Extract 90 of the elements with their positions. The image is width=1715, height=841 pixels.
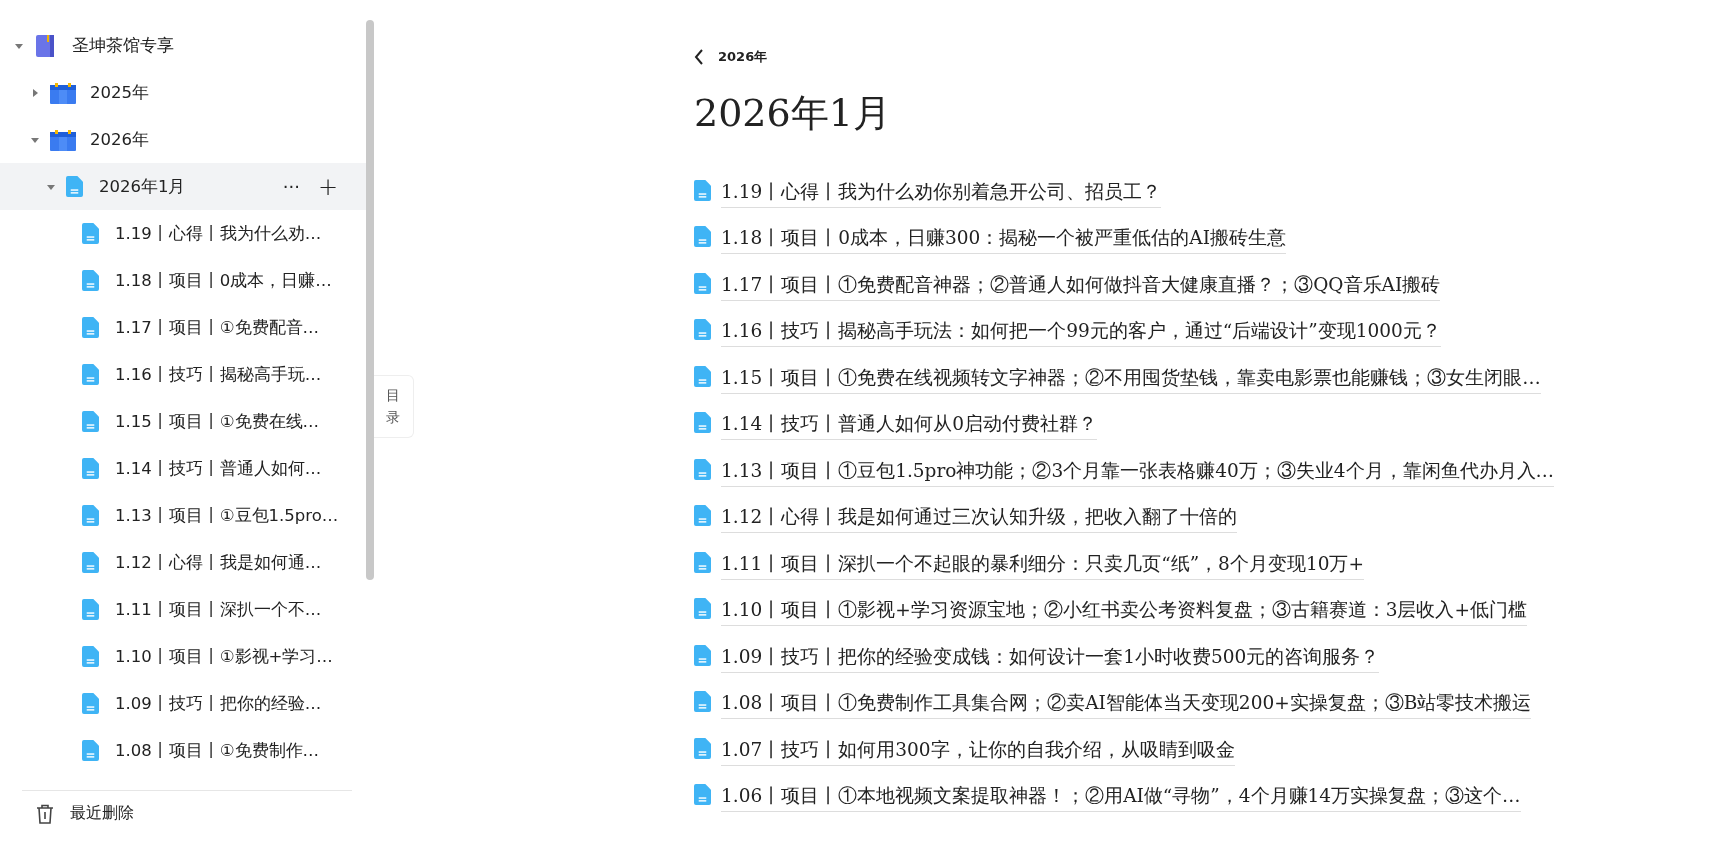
document-icon	[82, 411, 99, 432]
tree-item-label: 1.15丨项目丨①免费在线…	[115, 410, 321, 433]
tree-item-label: 2026年	[90, 128, 150, 151]
document-icon	[694, 598, 711, 620]
document-icon	[694, 784, 711, 806]
document-link[interactable]: 1.06丨项目丨①本地视频文案提取神器！；②用AI做“寻物”，4个月赚14万实操复盘；③这个…	[721, 783, 1521, 813]
back-icon[interactable]	[694, 49, 704, 65]
tree-item[interactable]: 1.12丨心得丨我是如何通…	[0, 539, 366, 586]
document-link[interactable]: 1.08丨项目丨①免费制作工具集合网；②卖AI智能体当天变现200+实操复盘；③B站零技术搬运	[721, 690, 1532, 720]
document-icon	[66, 176, 83, 197]
scrollbar[interactable]	[366, 20, 374, 580]
document-icon	[82, 646, 99, 667]
document-icon	[82, 599, 99, 620]
document-icon	[82, 223, 99, 244]
document-icon	[694, 412, 711, 434]
tree-item[interactable]: 1.08丨项目丨①免费制作…	[0, 727, 366, 774]
document-link[interactable]: 1.16丨技巧丨揭秘高手玩法：如何把一个99元的客户，通过“后端设计”变现1000元？	[721, 318, 1441, 348]
document-icon	[82, 693, 99, 714]
tree-item-label: 1.13丨项目丨①豆包1.5pro…	[115, 504, 340, 527]
document-icon	[694, 551, 711, 573]
tree-item-label: 1.16丨技巧丨揭秘高手玩…	[115, 363, 323, 386]
document-link[interactable]: 1.14丨技巧丨普通人如何从0启动付费社群？	[721, 411, 1097, 441]
tree-item-label: 1.17丨项目丨①免费配音…	[115, 316, 321, 339]
caret-down-icon[interactable]	[31, 135, 39, 144]
document-icon	[82, 270, 99, 291]
document-icon	[82, 505, 99, 526]
document-icon	[694, 644, 711, 666]
document-icon	[694, 272, 711, 294]
document-icon	[694, 691, 711, 713]
document-link[interactable]: 1.09丨技巧丨把你的经验变成钱：如何设计一套1小时收费500元的咨询服务？	[721, 643, 1380, 673]
tree-item-label: 1.10丨项目丨①影视+学习…	[115, 645, 334, 668]
tree-item[interactable]: 圣坤茶馆专享	[0, 22, 366, 69]
document-icon	[694, 458, 711, 480]
calendar-icon	[50, 128, 76, 151]
document-link[interactable]: 1.19丨心得丨我为什么劝你别着急开公司、招员工？	[721, 178, 1162, 208]
tree-item-label: 1.11丨项目丨深扒一个不…	[115, 598, 323, 621]
document-icon	[694, 737, 711, 759]
document-link[interactable]: 1.12丨心得丨我是如何通过三次认知升级，把收入翻了十倍的	[721, 504, 1238, 534]
tree-item[interactable]: 1.10丨项目丨①影视+学习…	[0, 633, 366, 680]
tree-item[interactable]: 1.11丨项目丨深扒一个不…	[0, 586, 366, 633]
document-icon	[694, 505, 711, 527]
caret-right-icon[interactable]	[31, 88, 39, 97]
tree-item[interactable]: 1.17丨项目丨①免费配音…	[0, 304, 366, 351]
caret-down-icon[interactable]	[47, 182, 55, 191]
caret-down-icon[interactable]	[15, 41, 23, 50]
tree-item[interactable]: 2025年	[0, 69, 366, 116]
document-link[interactable]: 1.07丨技巧丨如何用300字，让你的自我介绍，从吸睛到吸金	[721, 736, 1235, 766]
document-icon	[82, 740, 99, 761]
document-link[interactable]: 1.17丨项目丨①免费配音神器；②普通人如何做抖音大健康直播？；③QQ音乐AI搬砖	[721, 271, 1441, 301]
tree-item-label: 2025年	[90, 81, 150, 104]
document-link[interactable]: 1.13丨项目丨①豆包1.5pro神功能；②3个月靠一张表格赚40万；③失业4个月，靠闲鱼代办月入…	[721, 457, 1555, 487]
trash-icon	[36, 803, 54, 824]
notebook-icon	[34, 33, 56, 58]
document-icon	[82, 317, 99, 338]
tree-item[interactable]: 1.18丨项目丨0成本，日赚…	[0, 257, 366, 304]
tree-item-label: 1.14丨技巧丨普通人如何…	[115, 457, 323, 480]
document-link[interactable]: 1.10丨项目丨①影视+学习资源宝地；②小红书卖公考资料复盘；③古籍赛道：3层收入+低门槛	[721, 597, 1527, 627]
tree-item-label: 1.12丨心得丨我是如何通…	[115, 551, 323, 574]
tree-item[interactable]: 1.15丨项目丨①免费在线…	[0, 398, 366, 445]
tree-item[interactable]: 1.16丨技巧丨揭秘高手玩…	[0, 351, 366, 398]
tree-item[interactable]: 1.13丨项目丨①豆包1.5pro…	[0, 492, 366, 539]
tree-item[interactable]: 1.09丨技巧丨把你的经验…	[0, 680, 366, 727]
tree-item[interactable]: 1.19丨心得丨我为什么劝…	[0, 210, 366, 257]
tree-item[interactable]: 2026年1月 ··· +	[0, 163, 366, 210]
document-icon	[694, 179, 711, 201]
document-icon	[694, 319, 711, 341]
add-button[interactable]: +	[313, 172, 342, 201]
toc-tab[interactable]: 目录	[374, 375, 414, 438]
recently-deleted-item[interactable]: 最近删除	[22, 803, 352, 824]
more-button[interactable]: ···	[278, 176, 304, 197]
tree-item[interactable]: 1.14丨技巧丨普通人如何…	[0, 445, 366, 492]
document-icon	[694, 226, 711, 248]
recently-deleted-label: 最近删除	[70, 803, 134, 824]
tree-item[interactable]: 2026年	[0, 116, 366, 163]
breadcrumb-link[interactable]: 2026年	[718, 48, 768, 66]
tree-item-label: 圣坤茶馆专享	[72, 34, 175, 57]
calendar-icon	[50, 81, 76, 104]
document-link[interactable]: 1.18丨项目丨0成本，日赚300：揭秘一个被严重低估的AI搬砖生意	[721, 225, 1286, 255]
document-icon	[82, 552, 99, 573]
tree-item-label: 1.18丨项目丨0成本，日赚…	[115, 269, 333, 292]
document-icon	[82, 458, 99, 479]
tree-item-label: 1.08丨项目丨①免费制作…	[115, 739, 321, 762]
document-icon	[694, 365, 711, 387]
document-icon	[82, 364, 99, 385]
tree-item-label: 1.19丨心得丨我为什么劝…	[115, 222, 323, 245]
tree-item-label: 1.09丨技巧丨把你的经验…	[115, 692, 323, 715]
document-link[interactable]: 1.15丨项目丨①免费在线视频转文字神器；②不用囤货垫钱，靠卖电影票也能赚钱；③女生闭眼…	[721, 364, 1541, 394]
page-title: 2026年1月	[694, 90, 892, 137]
document-link[interactable]: 1.11丨项目丨深扒一个不起眼的暴利细分：只卖几页“纸”，8个月变现10万+	[721, 550, 1364, 580]
tree-item-label: 2026年1月	[99, 175, 187, 198]
